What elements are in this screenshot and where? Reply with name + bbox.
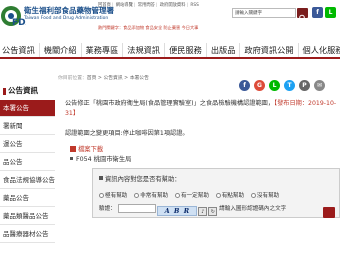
helpfulness-survey: 資訊內容對您是否有幫助： 極有幫助 非常有幫助 有一定幫助 有點幫助 沒有幫助 … bbox=[92, 168, 340, 218]
survey-submit-button[interactable] bbox=[323, 207, 335, 218]
approval-scope: 認證範圍之變更項目:停止咖啡因第1項認證。 bbox=[65, 130, 189, 137]
breadcrumb: 你目前位置：首頁 > 公告資訊 > 本署公告 bbox=[58, 74, 149, 81]
nav-item-announcements[interactable]: 公告資訊 bbox=[0, 43, 40, 57]
survey-option-little[interactable]: 有點幫助 bbox=[215, 193, 244, 199]
site-logo[interactable]: FDA 衛生福利部食品藥物管理署 Taiwan Food and Drug Ad… bbox=[0, 3, 114, 31]
survey-option-excellent[interactable]: 極有幫助 bbox=[99, 193, 127, 199]
survey-option-very[interactable]: 非常有幫助 bbox=[134, 193, 168, 199]
sidebar-item-announce-2[interactable]: 運公告 bbox=[0, 136, 55, 153]
hot-keywords: 熱門關鍵字：食品添加物 食品安全 防止藥害 今日大事 bbox=[98, 25, 198, 31]
sidebar-item-announce-3[interactable]: 品公告 bbox=[0, 154, 55, 171]
download-heading: 檔案下載 bbox=[70, 144, 103, 153]
sidebar-item-medicine[interactable]: 藥品類醫品公告 bbox=[0, 208, 55, 225]
email-icon[interactable]: ✉ bbox=[314, 80, 325, 91]
print-icon[interactable]: P bbox=[299, 80, 310, 91]
search-icon bbox=[299, 14, 306, 22]
share-bar: f G L T P ✉ bbox=[239, 80, 340, 94]
search-button[interactable] bbox=[297, 8, 308, 22]
facebook-icon[interactable]: f bbox=[312, 7, 323, 18]
nav-item-open-info[interactable]: 政府資訊公開 bbox=[240, 43, 299, 57]
sidebar-title: 公告資訊 bbox=[0, 84, 55, 98]
share-google-icon[interactable]: G bbox=[254, 80, 265, 91]
nav-item-public-service[interactable]: 便民服務 bbox=[165, 43, 207, 57]
download-icon bbox=[70, 146, 76, 152]
top-link-opendata[interactable]: 政府開放資料 bbox=[160, 3, 186, 8]
nav-item-personal[interactable]: 個人化服務 bbox=[299, 43, 340, 57]
sidebar-item-food-regs[interactable]: 食品法規協導公告 bbox=[0, 172, 55, 189]
top-link-home[interactable]: 回首頁 bbox=[98, 3, 111, 8]
line-icon[interactable]: L bbox=[325, 7, 336, 18]
fda-logo-icon: FDA bbox=[1, 6, 26, 28]
captcha-refresh-button[interactable]: ↻ bbox=[208, 207, 218, 216]
hot-keywords-label: 熱門關鍵字： bbox=[98, 25, 124, 30]
nav-item-about[interactable]: 機關介紹 bbox=[40, 43, 82, 57]
logo-subtitle: Taiwan Food and Drug Administration bbox=[24, 16, 109, 21]
sidebar-item-news[interactable]: 署新聞 bbox=[0, 118, 55, 135]
captcha-image: A B R bbox=[157, 206, 198, 216]
header: FDA 衛生福利部食品藥物管理署 Taiwan Food and Drug Ad… bbox=[0, 0, 340, 34]
nav-item-regulations[interactable]: 法規資訊 bbox=[123, 43, 166, 57]
captcha-hint: 請輸入圖形認證碼內之文字 bbox=[219, 206, 287, 212]
survey-options: 極有幫助 非常有幫助 有一定幫助 有點幫助 沒有幫助 bbox=[99, 191, 284, 199]
captcha-input[interactable] bbox=[117, 204, 156, 213]
hot-keywords-list[interactable]: 食品添加物 食品安全 防止藥害 今日大事 bbox=[123, 25, 198, 30]
top-link-rss[interactable]: RSS bbox=[190, 3, 198, 8]
nav-item-publications[interactable]: 出版品 bbox=[207, 43, 241, 57]
sidebar-item-fda-announcements[interactable]: 本署公告 bbox=[0, 100, 55, 117]
captcha-audio-button[interactable]: ♪ bbox=[198, 207, 208, 216]
share-twitter-icon[interactable]: T bbox=[284, 80, 295, 91]
captcha-label: 驗證： bbox=[99, 206, 116, 212]
survey-option-none[interactable]: 沒有幫助 bbox=[250, 193, 279, 199]
survey-question: 資訊內容對您是否有幫助： bbox=[99, 174, 181, 183]
top-link-sitemap[interactable]: 網站導覽 bbox=[116, 3, 133, 8]
announcement-text: 公告修正「桃園市政府衛生局(食品管理實驗室)」之食品檢驗機構認證範圍，【發布日期… bbox=[65, 99, 340, 119]
sidebar-item-drug-announce[interactable]: 藥品公告 bbox=[0, 190, 55, 207]
header-social: f L bbox=[312, 7, 340, 19]
sidebar-item-devices[interactable]: 品醫療器材公告 bbox=[0, 226, 55, 243]
main-nav: 公告資訊 機關介紹 業務專區 法規資訊 便民服務 出版品 政府資訊公開 個人化服… bbox=[0, 43, 340, 59]
nav-item-services[interactable]: 業務專區 bbox=[82, 43, 124, 57]
announcement-body: 公告修正「桃園市政府衛生局(食品管理實驗室)」之食品檢驗機構認證範圍， bbox=[65, 100, 275, 107]
top-links: 回首頁| 網站導覽| 常用問答| 政府開放資料| RSS bbox=[98, 3, 199, 8]
captcha-row: 驗證： A B R ♪ ↻ 請輸入圖形認證碼內之文字 bbox=[99, 204, 286, 216]
survey-option-some[interactable]: 有一定幫助 bbox=[174, 193, 209, 199]
breadcrumb-path[interactable]: 首頁 > 公告資訊 > 本署公告 bbox=[87, 76, 149, 81]
share-facebook-icon[interactable]: f bbox=[239, 80, 250, 91]
top-link-faq[interactable]: 常用問答 bbox=[138, 3, 155, 8]
search-input[interactable]: 請輸入關鍵字 bbox=[232, 8, 296, 18]
sidebar: 公告資訊 本署公告 署新聞 運公告 品公告 食品法規協導公告 藥品公告 藥品類醫… bbox=[0, 84, 55, 255]
share-line-icon[interactable]: L bbox=[269, 80, 280, 91]
breadcrumb-label: 你目前位置： bbox=[58, 76, 87, 81]
download-link[interactable]: F054 桃園市衛生局 bbox=[70, 154, 131, 163]
